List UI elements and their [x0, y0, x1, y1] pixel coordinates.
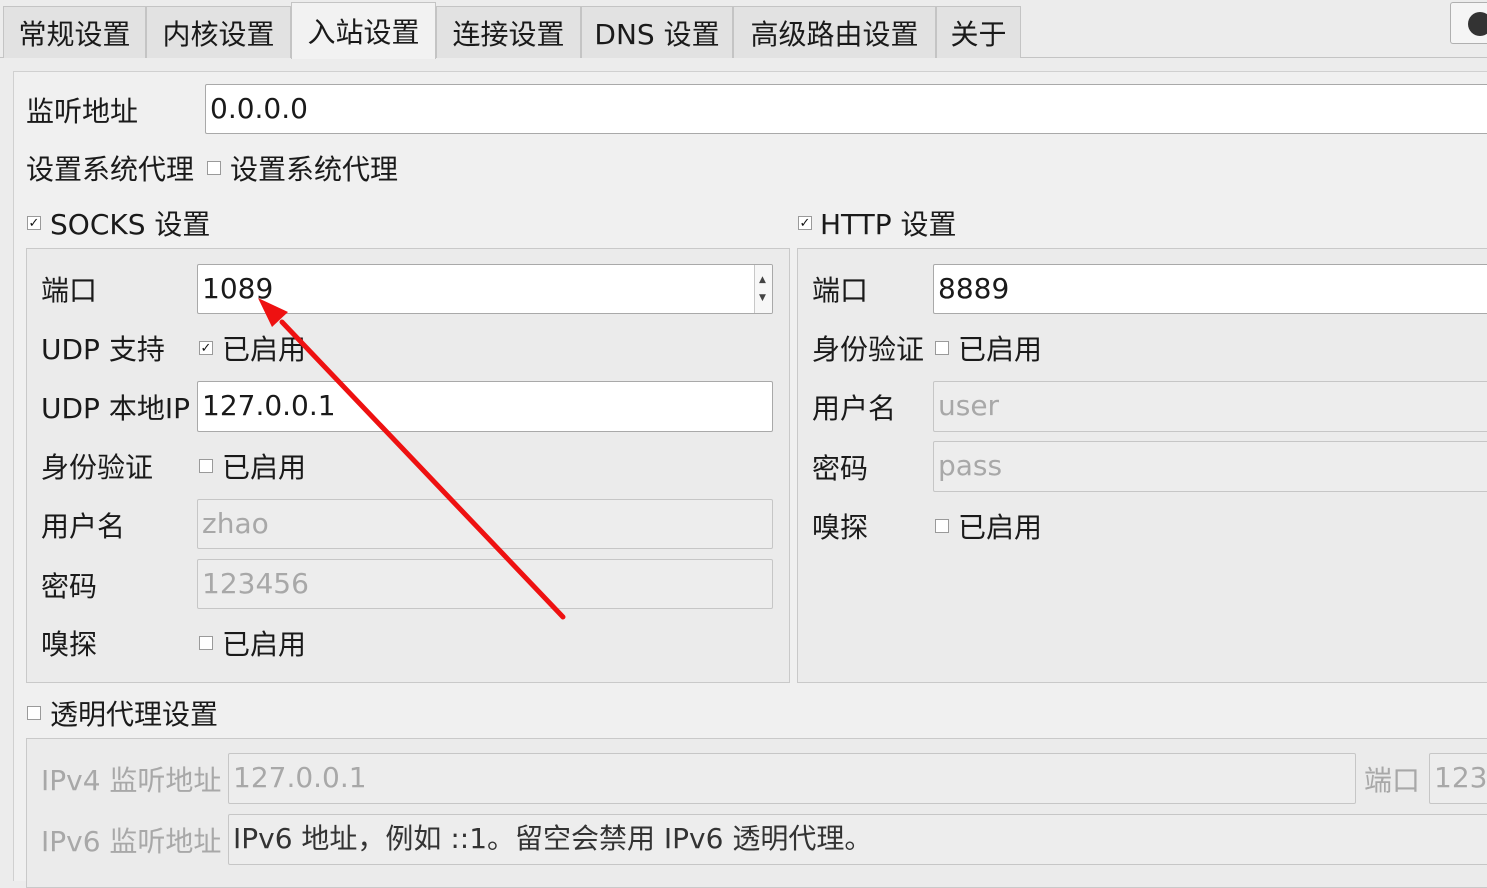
annotation-arrow [258, 298, 566, 620]
arrow-shaft [279, 319, 566, 620]
